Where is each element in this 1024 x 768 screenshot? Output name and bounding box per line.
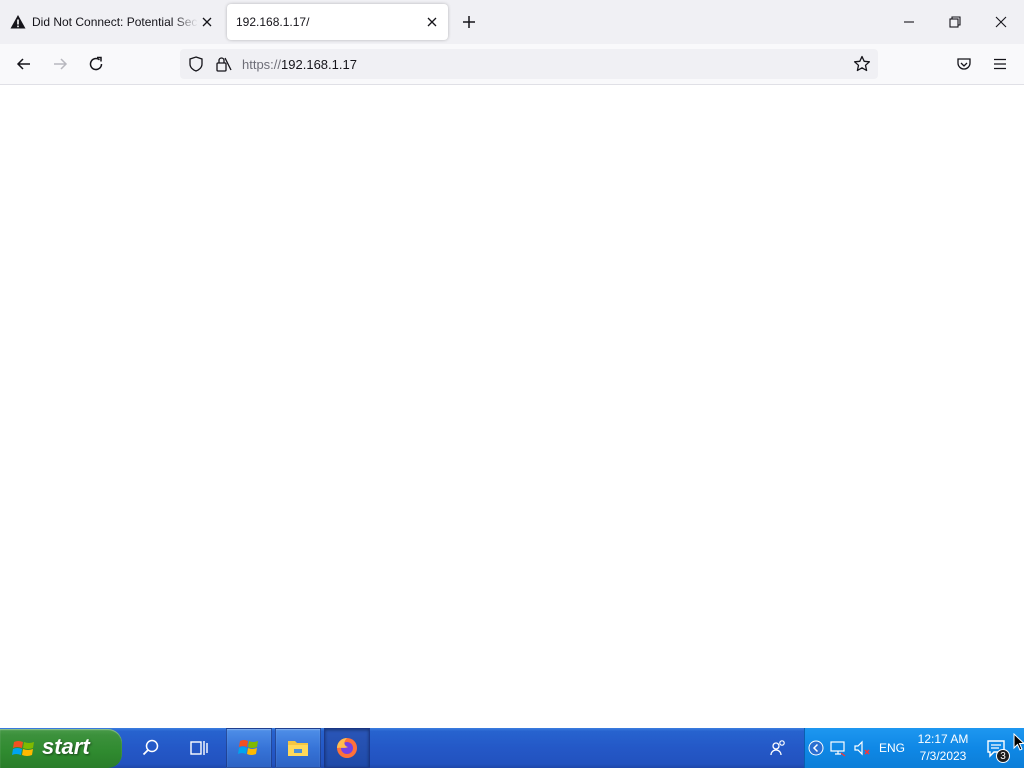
start-label: start (42, 734, 90, 759)
search-icon[interactable] (128, 728, 174, 768)
tab-did-not-connect[interactable]: Did Not Connect: Potential Security Issu… (0, 4, 222, 40)
page-content (0, 85, 1024, 728)
file-explorer-icon[interactable] (275, 728, 321, 768)
clock-time: 12:17 AM (917, 732, 969, 746)
close-tab-icon[interactable] (199, 14, 215, 30)
reload-icon[interactable] (86, 54, 106, 74)
pocket-icon[interactable] (954, 54, 974, 74)
task-view-icon[interactable] (176, 728, 222, 768)
tracking-protection-shield-icon[interactable] (188, 56, 204, 72)
tab-label: Did Not Connect: Potential Security Issu… (32, 15, 198, 29)
close-window-icon[interactable] (991, 12, 1011, 32)
show-hidden-icons-chevron-icon[interactable] (807, 739, 825, 757)
network-icon[interactable] (829, 739, 847, 757)
clock[interactable]: 12:17 AM 7/3/2023 (915, 731, 971, 765)
clock-date: 7/3/2023 (919, 749, 967, 763)
navigation-toolbar: https://192.168.1.17 (0, 44, 1024, 85)
back-icon[interactable] (14, 54, 34, 74)
address-bar[interactable]: https://192.168.1.17 (180, 49, 878, 79)
new-tab-plus-icon[interactable] (460, 13, 478, 31)
volume-muted-icon[interactable] (853, 739, 871, 757)
restore-icon[interactable] (945, 12, 965, 32)
forward-icon[interactable] (50, 54, 70, 74)
url-host: 192.168.1.17 (281, 57, 357, 72)
url-text[interactable]: https://192.168.1.17 (242, 57, 357, 72)
url-scheme: https:// (242, 57, 282, 72)
bookmark-star-icon[interactable] (853, 55, 871, 73)
notification-count-badge: 3 (996, 749, 1010, 763)
insecure-lock-icon[interactable] (215, 56, 233, 72)
windows-flag-app-icon[interactable] (226, 728, 272, 768)
firefox-icon[interactable] (324, 728, 370, 768)
language-indicator[interactable]: ENG (879, 741, 905, 755)
minimize-icon[interactable] (899, 12, 919, 32)
mouse-cursor-icon (1013, 732, 1024, 751)
people-icon[interactable] (756, 728, 800, 768)
system-tray: ENG 12:17 AM 7/3/2023 3 (804, 728, 1024, 768)
menu-icon[interactable] (990, 54, 1010, 74)
tab-label: 192.168.1.17/ (236, 15, 310, 29)
tab-strip: Did Not Connect: Potential Security Issu… (0, 0, 1024, 44)
tab-192-168-1-17[interactable]: 192.168.1.17/ (227, 4, 448, 40)
taskbar: start ENG 12:17 AM 7/3/2023 3 (0, 728, 1024, 768)
windows-flag-icon (12, 737, 36, 761)
warning-icon (10, 14, 26, 30)
start-button[interactable]: start (0, 729, 122, 768)
close-tab-icon[interactable] (424, 14, 440, 30)
